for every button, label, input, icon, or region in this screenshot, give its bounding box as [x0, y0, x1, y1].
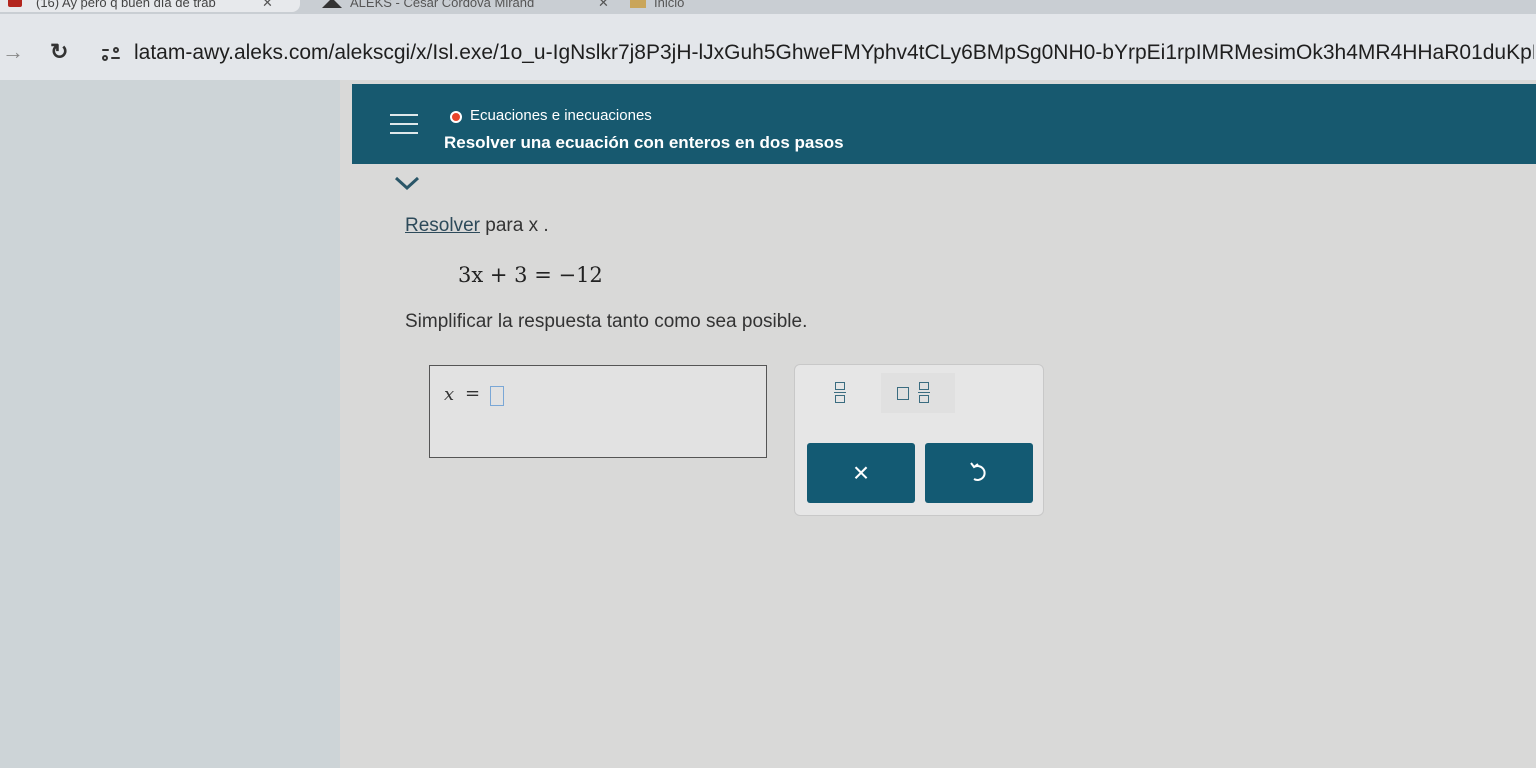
- resolver-link[interactable]: Resolver: [405, 215, 480, 236]
- equation-lhs: 3x + 3: [458, 263, 528, 287]
- tab-close-icon[interactable]: ✕: [598, 0, 609, 12]
- answer-variable: x: [444, 384, 455, 405]
- fraction-button[interactable]: [807, 373, 871, 413]
- mixed-fraction-icon: [918, 382, 930, 404]
- chevron-down-icon[interactable]: [392, 172, 422, 194]
- undo-icon: [970, 462, 986, 481]
- reload-icon[interactable]: ↻: [50, 40, 68, 64]
- mixed-number-button[interactable]: [881, 373, 955, 413]
- browser-tab-active[interactable]: (16) Ay pero q buen día de trab ✕: [0, 0, 300, 12]
- aleks-page: Ecuaciones e inecuaciones Resolver una e…: [0, 80, 1536, 768]
- problem-instruction: Resolver para x .: [405, 214, 549, 238]
- topic-status-dot: [450, 111, 462, 123]
- browser-tab-strip: (16) Ay pero q buen día de trab ✕ ALEKS …: [0, 0, 1536, 14]
- simplify-instruction: Simplificar la respuesta tanto como sea …: [405, 311, 808, 332]
- site-settings-icon[interactable]: [102, 47, 120, 61]
- menu-icon[interactable]: [390, 114, 418, 134]
- answer-input-area[interactable]: x =: [429, 365, 767, 458]
- topic-header: Ecuaciones e inecuaciones Resolver una e…: [352, 84, 1536, 164]
- undo-button[interactable]: [925, 443, 1033, 503]
- topic-name: Ecuaciones e inecuaciones: [470, 107, 652, 124]
- tab-title-text: ALEKS - César Córdova Mirand: [350, 0, 535, 10]
- browser-tab-inicio[interactable]: Inicio: [630, 0, 710, 12]
- tab-favicon-icon: [630, 0, 646, 8]
- equation-rhs: −12: [558, 263, 603, 287]
- address-bar[interactable]: latam-awy.aleks.com/alekscgi/x/Isl.exe/1…: [134, 39, 1534, 67]
- answer-input[interactable]: [490, 386, 504, 406]
- aleks-favicon-icon: [322, 0, 342, 8]
- tab-title-text: (16) Ay pero q buen día de trab: [36, 0, 216, 10]
- page-title: Resolver una ecuación con enteros en dos…: [444, 133, 844, 152]
- mixed-number-icon: [897, 387, 909, 400]
- math-tool-panel: ×: [794, 364, 1044, 516]
- clear-button[interactable]: ×: [807, 443, 915, 503]
- answer-equals: =: [465, 383, 481, 404]
- left-pane: [0, 80, 340, 768]
- fraction-icon: [834, 382, 846, 404]
- browser-tab-aleks[interactable]: ALEKS - César Córdova Mirand ✕: [310, 0, 610, 12]
- tab-favicon-icon: [8, 0, 22, 7]
- instruction-text: para x .: [479, 215, 549, 236]
- tab-close-icon[interactable]: ✕: [262, 0, 273, 12]
- back-arrow-icon[interactable]: →: [2, 40, 24, 64]
- tab-title-text: Inicio: [654, 0, 685, 10]
- equation: 3x + 3 = −12: [458, 262, 603, 288]
- equation-equals: =: [527, 263, 559, 287]
- browser-toolbar: → ↻ latam-awy.aleks.com/alekscgi/x/Isl.e…: [0, 14, 1536, 80]
